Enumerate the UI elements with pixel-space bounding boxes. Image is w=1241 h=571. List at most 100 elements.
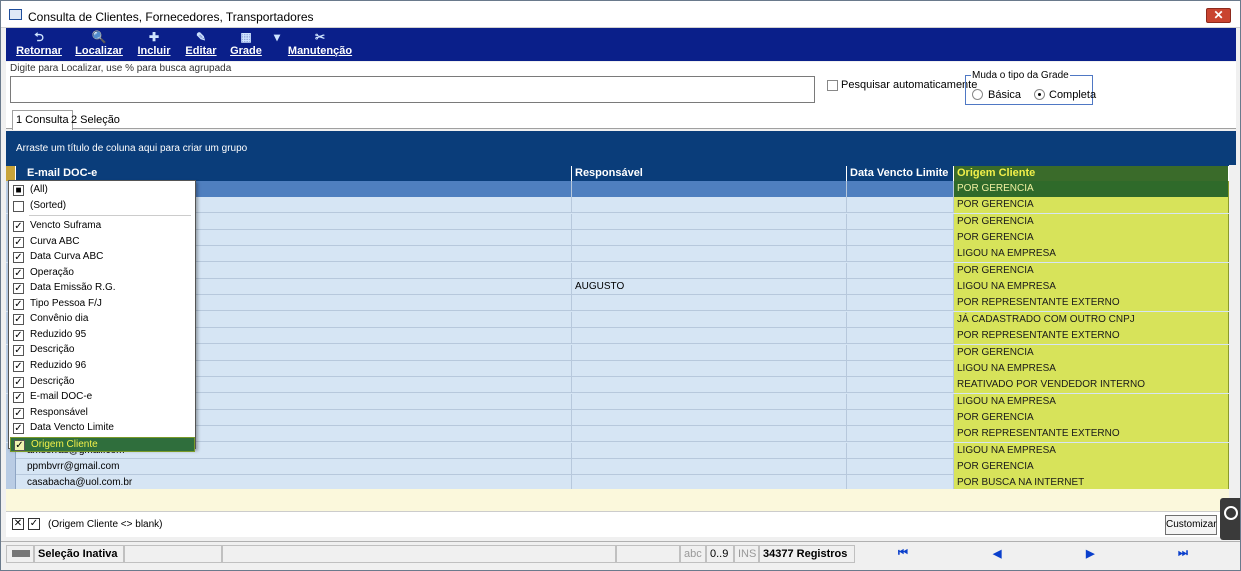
cell-resp[interactable] [572, 311, 847, 328]
col-email-doce[interactable]: E-mail DOC-e [24, 166, 572, 181]
cell-data[interactable] [847, 246, 954, 263]
checkbox-icon[interactable]: ■ [13, 185, 24, 196]
cell-origem[interactable]: POR GERENCIA [954, 230, 1229, 247]
cell-resp[interactable]: AUGUSTO [572, 279, 847, 296]
column-chooser-button[interactable] [6, 166, 16, 181]
cell-resp[interactable] [572, 295, 847, 312]
cell-data[interactable] [847, 197, 954, 214]
cell-resp[interactable] [572, 442, 847, 459]
grade-dropdown-arrow[interactable]: ▾ [272, 30, 282, 60]
cell-data[interactable] [847, 344, 954, 361]
cell-origem[interactable]: POR REPRESENTANTE EXTERNO [954, 328, 1229, 345]
search-input[interactable] [10, 76, 815, 103]
column-option[interactable]: (Sorted) [10, 199, 195, 214]
column-option[interactable]: ✓ Operação [10, 266, 195, 281]
cell-resp[interactable] [572, 409, 847, 426]
cell-origem[interactable]: POR GERENCIA [954, 262, 1229, 279]
column-option[interactable]: ✓ Data Curva ABC [10, 250, 195, 265]
cell-data[interactable] [847, 213, 954, 230]
column-option[interactable]: ✓ Data Vencto Limite [10, 421, 195, 436]
cell-data[interactable] [847, 311, 954, 328]
radio-basica[interactable] [972, 89, 983, 100]
cell-origem[interactable]: JÁ CADASTRADO COM OUTRO CNPJ [954, 311, 1229, 328]
cell-resp[interactable] [572, 230, 847, 247]
checkbox-icon[interactable]: ✓ [13, 392, 24, 404]
cell-resp[interactable] [572, 426, 847, 443]
cell-data[interactable] [847, 230, 954, 247]
cell-data[interactable] [847, 328, 954, 345]
retornar-button[interactable]: ⮌ Retornar [12, 30, 66, 60]
column-option[interactable]: ✓ Origem Cliente [10, 436, 195, 452]
cell-resp[interactable] [572, 181, 847, 197]
checkbox-icon[interactable]: ✓ [13, 329, 24, 341]
checkbox-icon[interactable]: ✓ [13, 283, 24, 295]
cell-resp[interactable] [572, 197, 847, 214]
cell-origem[interactable]: LIGOU NA EMPRESA [954, 393, 1229, 410]
column-option[interactable]: ✓ Convênio dia [10, 312, 195, 327]
column-option[interactable]: ✓ Curva ABC [10, 235, 195, 250]
cell-origem[interactable]: POR REPRESENTANTE EXTERNO [954, 295, 1229, 312]
radio-completa[interactable] [1034, 89, 1045, 100]
group-by-panel[interactable]: Arraste um título de coluna aqui para cr… [6, 131, 1236, 165]
checkbox-icon[interactable]: ✓ [13, 423, 24, 435]
incluir-button[interactable]: ✚ Incluir [134, 30, 174, 60]
col-origem-cliente[interactable]: Origem Cliente [954, 166, 1229, 181]
cell-origem[interactable]: POR GERENCIA [954, 213, 1229, 230]
cell-data[interactable] [847, 262, 954, 279]
column-option[interactable]: ✓ Vencto Suframa [10, 219, 195, 234]
grade-button[interactable]: ▦ Grade [228, 30, 264, 60]
cell-resp[interactable] [572, 246, 847, 263]
column-option[interactable]: ✓ Data Emissão R.G. [10, 281, 195, 296]
col-responsavel[interactable]: Responsável [572, 166, 847, 181]
cell-data[interactable] [847, 181, 954, 197]
cell-data[interactable] [847, 393, 954, 410]
column-option[interactable]: ■ (All) [10, 183, 195, 198]
checkbox-icon[interactable]: ✓ [13, 252, 24, 264]
tab-selecao[interactable]: 2 Seleção [68, 111, 123, 129]
cell-resp[interactable] [572, 213, 847, 230]
cell-email[interactable]: ppmbvrr@gmail.com [24, 458, 572, 475]
tab-consulta[interactable]: 1 Consulta [12, 110, 73, 130]
checkbox-icon[interactable]: ✓ [14, 439, 25, 451]
side-panel-tab[interactable] [1220, 498, 1240, 540]
close-button[interactable]: ✕ [1206, 8, 1231, 23]
column-option[interactable]: ✓ Reduzido 96 [10, 359, 195, 374]
checkbox-icon[interactable]: ✓ [13, 267, 24, 279]
cell-origem[interactable]: LIGOU NA EMPRESA [954, 442, 1229, 459]
cell-origem[interactable]: POR GERENCIA [954, 197, 1229, 214]
clear-filter-icon[interactable]: ✕ [12, 518, 24, 530]
cell-origem[interactable]: LIGOU NA EMPRESA [954, 360, 1229, 377]
column-option[interactable]: ✓ E-mail DOC-e [10, 390, 195, 405]
column-option[interactable]: ✓ Tipo Pessoa F/J [10, 297, 195, 312]
cell-resp[interactable] [572, 377, 847, 394]
auto-search-checkbox[interactable] [827, 80, 838, 91]
column-option[interactable]: ✓ Descrição [10, 375, 195, 390]
table-row[interactable]: ppmbvrr@gmail.com POR GERENCIA [6, 458, 1229, 475]
column-option[interactable]: ✓ Responsável [10, 406, 195, 421]
cell-data[interactable] [847, 377, 954, 394]
cell-origem[interactable]: LIGOU NA EMPRESA [954, 279, 1229, 296]
checkbox-icon[interactable] [13, 201, 24, 212]
customize-button[interactable]: Customizar [1165, 515, 1217, 535]
cell-resp[interactable] [572, 360, 847, 377]
cell-resp[interactable] [572, 328, 847, 345]
checkbox-icon[interactable]: ✓ [13, 236, 24, 248]
column-option[interactable]: ✓ Reduzido 95 [10, 328, 195, 343]
cell-origem[interactable]: POR REPRESENTANTE EXTERNO [954, 426, 1229, 443]
first-record-icon[interactable]: ⏮ [898, 547, 908, 560]
filter-enabled-checkbox[interactable]: ✓ [28, 518, 40, 530]
cell-data[interactable] [847, 442, 954, 459]
cell-origem[interactable]: POR GERENCIA [954, 409, 1229, 426]
cell-data[interactable] [847, 279, 954, 296]
last-record-icon[interactable]: ⏭ [1178, 547, 1188, 560]
cell-origem[interactable]: POR GERENCIA [954, 181, 1229, 197]
manutencao-button[interactable]: ✂ Manutenção [286, 30, 354, 60]
prev-record-icon[interactable]: ◀ [993, 547, 1001, 560]
cell-data[interactable] [847, 360, 954, 377]
checkbox-icon[interactable]: ✓ [13, 360, 24, 372]
editar-button[interactable]: ✎ Editar [183, 30, 219, 60]
checkbox-icon[interactable]: ✓ [13, 407, 24, 419]
cell-resp[interactable] [572, 458, 847, 475]
checkbox-icon[interactable]: ✓ [13, 314, 24, 326]
cell-data[interactable] [847, 295, 954, 312]
